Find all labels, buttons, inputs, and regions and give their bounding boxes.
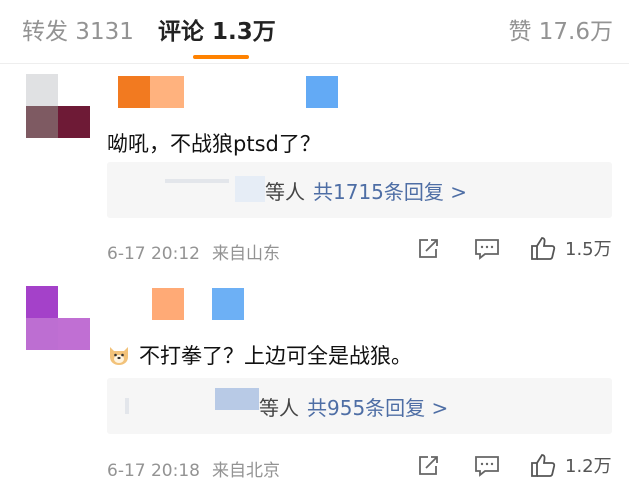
comment-time: 6-17 20:12	[107, 244, 200, 264]
comment-icon	[475, 239, 499, 260]
active-tab-indicator	[193, 55, 249, 59]
doge-icon	[110, 347, 128, 365]
reply-button[interactable]	[474, 452, 500, 480]
tab-likes[interactable]: 赞 17.6万	[508, 12, 613, 46]
like-button[interactable]: 1.5万	[530, 234, 612, 262]
like-count: 1.5万	[565, 239, 612, 260]
reply-participants: 等人	[259, 396, 299, 420]
comment-location: 来自山东	[211, 244, 280, 264]
reply-participants: 等人	[265, 180, 305, 204]
view-replies-link[interactable]: 共955条回复 >	[307, 396, 448, 420]
avatar[interactable]	[26, 74, 90, 138]
reply-summary[interactable]: 等人 共1715条回复 >	[107, 162, 612, 218]
divider	[0, 63, 629, 64]
comment-text: 呦吼，不战狼ptsd了？	[107, 132, 321, 156]
comment-time: 6-17 20:18	[107, 461, 200, 481]
reply-summary[interactable]: 等人 共955条回复 >	[107, 378, 612, 434]
tab-comments[interactable]: 评论 1.3万	[158, 12, 276, 46]
thumbs-up-icon	[531, 237, 556, 260]
like-count: 1.2万	[565, 456, 612, 477]
share-button[interactable]	[416, 452, 440, 480]
thumbs-up-icon	[531, 454, 556, 477]
share-icon	[419, 239, 438, 258]
tab-reposts[interactable]: 转发 3131	[22, 12, 134, 46]
view-replies-link[interactable]: 共1715条回复 >	[313, 180, 467, 204]
tab-bar: 转发 3131 评论 1.3万 赞 17.6万	[0, 0, 629, 62]
comment-icon	[475, 456, 499, 477]
comment-location: 来自北京	[211, 461, 280, 481]
comment-text: 不打拳了？上边可全是战狼。	[107, 340, 412, 370]
comment-text-content: 不打拳了？上边可全是战狼。	[139, 344, 412, 368]
reply-button[interactable]	[474, 235, 500, 263]
like-button[interactable]: 1.2万	[530, 451, 612, 479]
avatar[interactable]	[26, 286, 90, 350]
share-icon	[419, 456, 438, 475]
share-button[interactable]	[416, 235, 440, 263]
